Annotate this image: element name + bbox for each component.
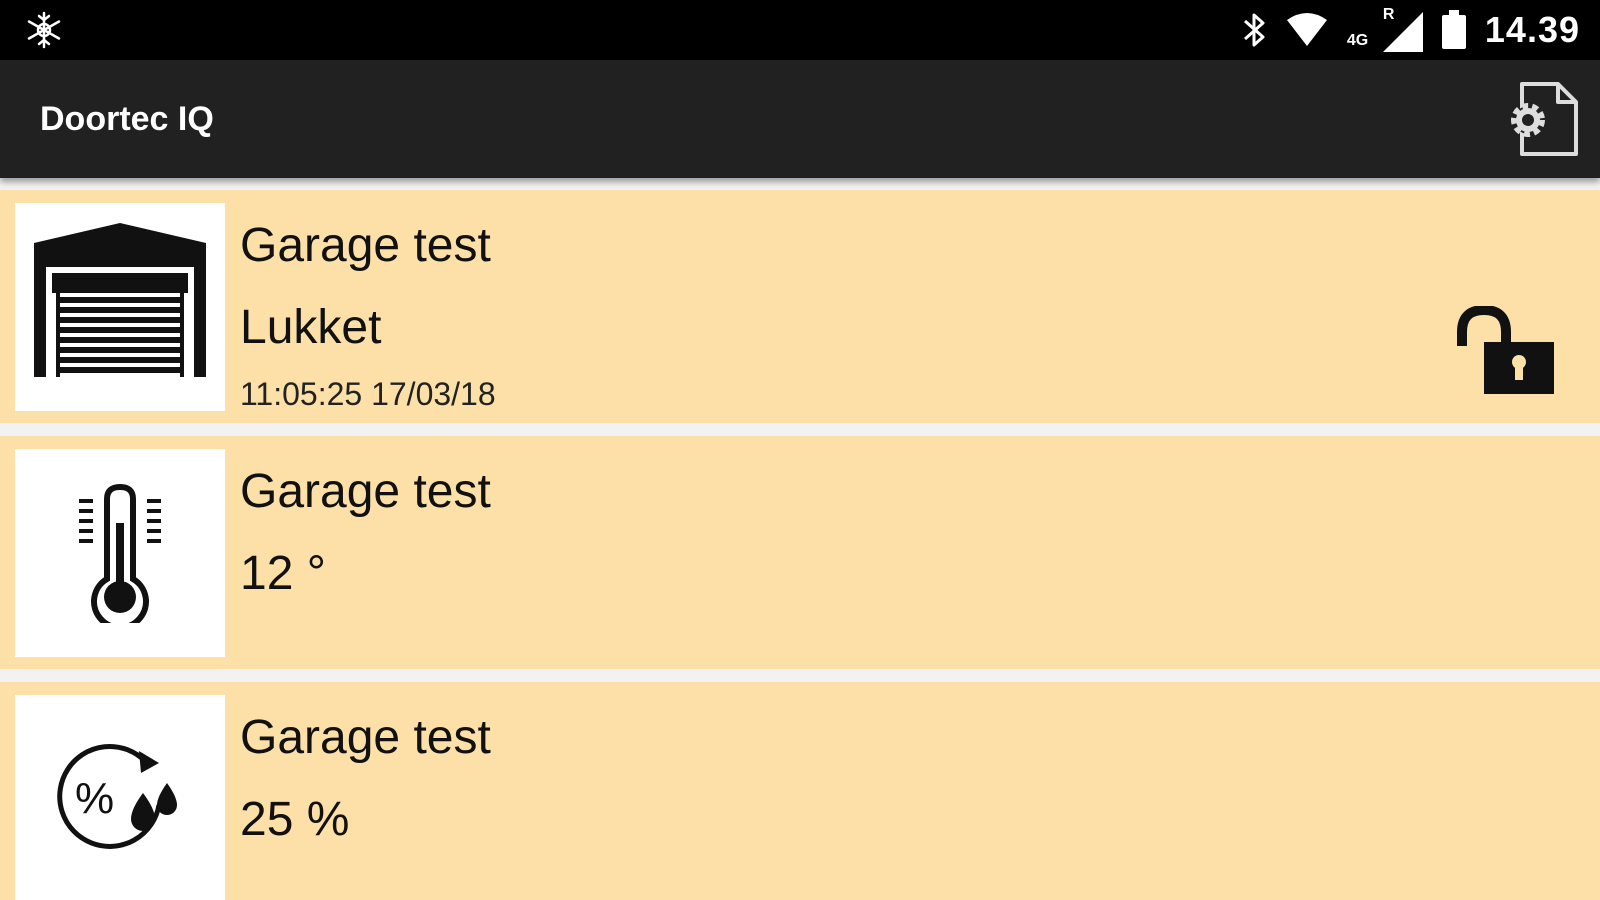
- humidity-value: 25 %: [240, 793, 350, 846]
- device-name: Garage test: [240, 465, 491, 518]
- last-updated-timestamp: 11:05:25 17/03/18: [240, 376, 496, 412]
- cellular-signal-icon: 4G R: [1347, 6, 1423, 54]
- temperature-value: 12 °: [240, 547, 326, 600]
- battery-icon: [1441, 10, 1467, 50]
- snowflake-icon: [24, 10, 64, 50]
- svg-text:%: %: [75, 774, 114, 823]
- lock-toggle-button[interactable]: [1450, 304, 1560, 402]
- network-type-label: 4G: [1346, 32, 1369, 49]
- door-status: Lukket: [240, 301, 382, 354]
- device-name: Garage test: [240, 711, 491, 764]
- list-item[interactable]: Garage test 12 °: [0, 436, 1600, 669]
- humidity-icon: %: [57, 743, 177, 849]
- app-bar: Doortec IQ: [0, 60, 1600, 178]
- unlock-icon: [1457, 304, 1554, 394]
- list-item[interactable]: % Garage test 25 %: [0, 682, 1600, 900]
- settings-button[interactable]: [1500, 78, 1582, 160]
- status-bar: 4G R 14.39: [0, 0, 1600, 60]
- device-thumbnail: %: [15, 695, 225, 900]
- garage-door-icon: [34, 223, 206, 377]
- device-thumbnail: [15, 449, 225, 657]
- thermometer-icon: [79, 483, 161, 623]
- settings-document-icon: [1511, 82, 1578, 156]
- status-clock: 14.39: [1484, 9, 1580, 50]
- app-title: Doortec IQ: [40, 100, 214, 138]
- device-thumbnail: [15, 203, 225, 411]
- wifi-icon: [1285, 12, 1329, 48]
- list-item[interactable]: Garage test Lukket 11:05:25 17/03/18: [0, 190, 1600, 423]
- bluetooth-icon: [1241, 11, 1267, 49]
- device-name: Garage test: [240, 219, 491, 272]
